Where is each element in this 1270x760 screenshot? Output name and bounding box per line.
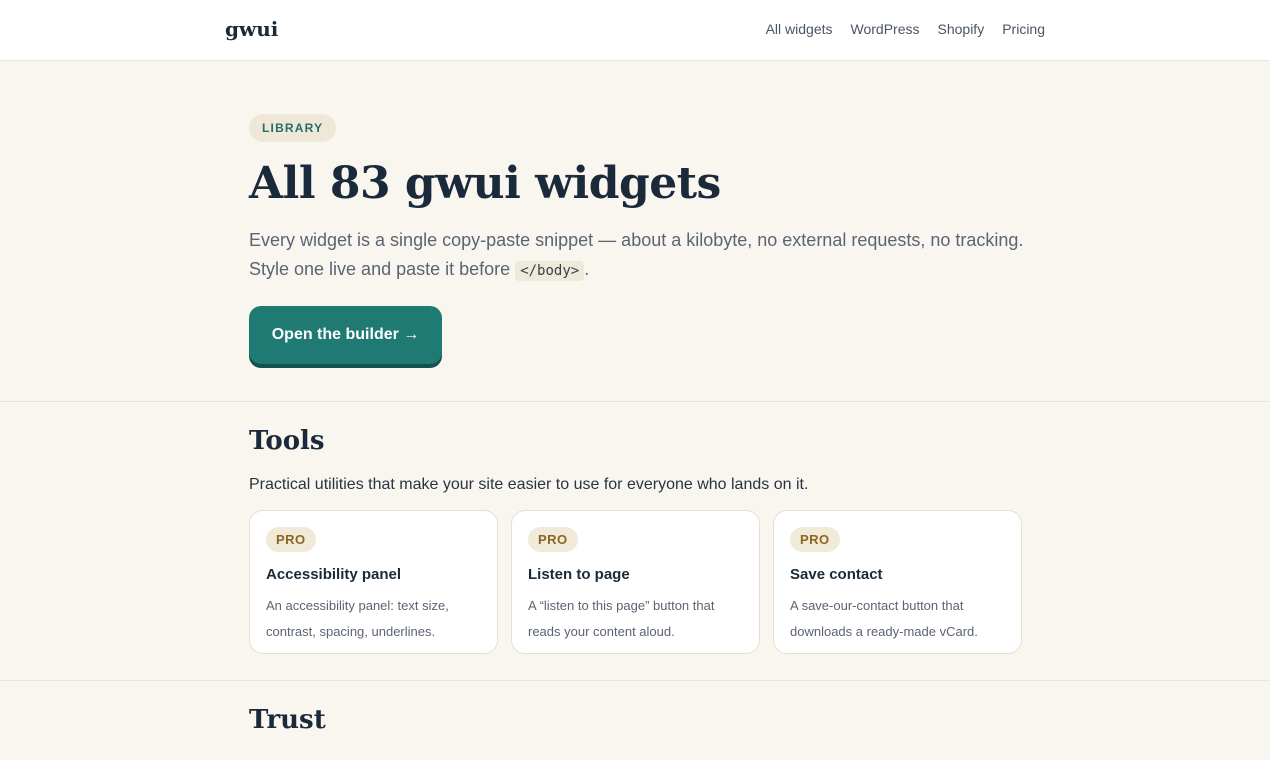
library-badge: LIBRARY	[249, 114, 337, 142]
top-navbar: gwui All widgets WordPress Shopify Prici…	[0, 0, 1270, 61]
card-save-contact[interactable]: PRO Save contact A save-our-contact butt…	[773, 510, 1022, 654]
nav-wordpress[interactable]: WordPress	[851, 21, 920, 37]
tools-card-grid: PRO Accessibility panel An accessibility…	[249, 510, 1022, 654]
body-tag-code: </body>	[515, 261, 585, 281]
logo[interactable]: gwui	[225, 17, 278, 41]
card-description: A save-our-contact button that downloads…	[790, 598, 978, 639]
main-nav: All widgets WordPress Shopify Pricing	[766, 21, 1045, 37]
card-description: A “listen to this page” button that read…	[528, 598, 715, 639]
pro-badge: PRO	[266, 527, 316, 552]
card-title: Save contact	[790, 566, 883, 583]
nav-shopify[interactable]: Shopify	[938, 21, 985, 37]
hero-desc-line1: Every widget is a single copy-paste snip…	[249, 230, 1024, 250]
card-listen-to-page[interactable]: PRO Listen to page A “listen to this pag…	[511, 510, 760, 654]
section-divider	[0, 680, 1270, 681]
tools-section-title: Tools	[249, 426, 325, 456]
tools-section-description: Practical utilities that make your site …	[249, 476, 809, 493]
nav-all-widgets[interactable]: All widgets	[766, 21, 833, 37]
hero-description: Every widget is a single copy-paste snip…	[249, 226, 1039, 286]
pro-badge: PRO	[528, 527, 578, 552]
section-divider	[0, 401, 1270, 402]
pro-badge: PRO	[790, 527, 840, 552]
card-title: Listen to page	[528, 566, 630, 583]
page-title: All 83 gwui widgets	[249, 158, 721, 209]
open-builder-button[interactable]: Open the builder →	[249, 306, 442, 364]
card-title: Accessibility panel	[266, 566, 402, 583]
card-description: An accessibility panel: text size, contr…	[266, 598, 449, 639]
hero-section: LIBRARY All 83 gwui widgets Every widget…	[249, 114, 1049, 286]
trust-section-title: Trust	[249, 705, 326, 735]
card-accessibility-panel[interactable]: PRO Accessibility panel An accessibility…	[249, 510, 498, 654]
hero-desc-line2-suffix: .	[584, 259, 590, 279]
hero-desc-line2-prefix: Style one live and paste it before	[249, 259, 511, 279]
nav-pricing[interactable]: Pricing	[1002, 21, 1045, 37]
